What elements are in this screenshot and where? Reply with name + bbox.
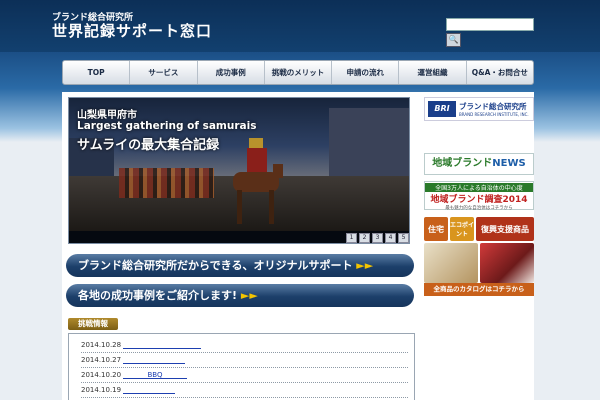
list-item: 2014.10.19 <box>81 383 408 398</box>
nav-merits[interactable]: 挑戦のメリット <box>265 61 333 84</box>
eco-banner-row: 住宅 エコポイント 復興支援商品 <box>424 217 534 241</box>
product-image <box>480 243 534 283</box>
main-nav: TOP サービス 成功事例 挑戦のメリット 申請の流れ 運営組織 Q&A・お問合… <box>62 60 534 85</box>
product-images[interactable] <box>424 243 534 283</box>
news-list: 2014.10.28 2014.10.27 2014.10.20 BBQ 201… <box>68 333 415 400</box>
housing-banner[interactable]: 住宅 <box>424 217 448 241</box>
product-image <box>424 243 478 283</box>
samurai-rider-image <box>233 138 283 224</box>
search-input[interactable] <box>446 18 534 31</box>
news-date: 2014.10.27 <box>81 356 122 364</box>
news-link[interactable] <box>123 356 185 364</box>
bri-name-en: BRAND RESEARCH INSTITUTE, INC. <box>459 112 529 117</box>
support-banner[interactable]: ブランド総合研究所だからできる、オリジナルサポート ►► <box>66 254 414 277</box>
slide-pager: 1 2 3 4 5 <box>69 231 409 243</box>
bri-logo: BRI <box>428 101 456 117</box>
list-item: 2014.10.20 BBQ <box>81 368 408 383</box>
bri-name: ブランド総合研究所 <box>459 102 527 111</box>
news-link[interactable]: BBQ <box>123 371 187 379</box>
news-link[interactable] <box>123 341 201 349</box>
news-date: 2014.10.19 <box>81 386 122 394</box>
brand-survey-banner[interactable]: 全国3万人による自治体の中心度 地域ブランド調査2014 最も魅力的な自治体はコ… <box>424 181 534 211</box>
nav-top[interactable]: TOP <box>63 61 131 84</box>
slide-page-5[interactable]: 5 <box>398 233 409 243</box>
news-section-tag: 挑戦情報 <box>68 318 118 330</box>
list-item: 2014.10.27 <box>81 353 408 368</box>
cases-banner-text: 各地の成功事例をご紹介します! <box>78 289 238 302</box>
hero-slideshow[interactable]: 山梨県甲府市 Largest gathering of samurais サムラ… <box>68 97 410 244</box>
support-banner-text: ブランド総合研究所だからできる、オリジナルサポート <box>78 259 353 272</box>
survey-top-text: 全国3万人による自治体の中心度 <box>425 183 533 192</box>
nav-application-flow[interactable]: 申請の流れ <box>332 61 400 84</box>
survey-title: 地域ブランド調査2014 <box>430 195 528 205</box>
arrow-icon: ►► <box>240 289 258 302</box>
catalog-link[interactable]: 全商品のカタログはコチラから <box>424 283 534 296</box>
hero-location: 山梨県甲府市 <box>77 110 137 121</box>
slide-page-2[interactable]: 2 <box>359 233 370 243</box>
recovery-support-banner[interactable]: 復興支援商品 <box>476 217 534 241</box>
regional-brand-news-banner[interactable]: 地域ブランドNEWS <box>424 153 534 175</box>
cases-banner[interactable]: 各地の成功事例をご紹介します! ►► <box>66 284 414 307</box>
eco-point-banner[interactable]: エコポイント <box>450 217 474 241</box>
nav-services[interactable]: サービス <box>130 61 198 84</box>
hero-building <box>329 108 409 183</box>
hero-headline-en: Largest gathering of samurais <box>77 120 257 132</box>
hero-headline-jp: サムライの最大集合記録 <box>77 138 220 153</box>
nav-success-cases[interactable]: 成功事例 <box>198 61 265 84</box>
news-date: 2014.10.28 <box>81 341 122 349</box>
survey-sub-text: 最も魅力的な自治体はコチラから <box>445 206 513 211</box>
site-title[interactable]: 世界記録サポート窓口 <box>52 20 212 41</box>
search-button[interactable]: 🔍 <box>446 33 461 47</box>
slide-page-4[interactable]: 4 <box>385 233 396 243</box>
nav-organization[interactable]: 運営組織 <box>399 61 467 84</box>
bri-banner[interactable]: BRI ブランド総合研究所 BRAND RESEARCH INSTITUTE, … <box>424 97 534 121</box>
nav-faq-contact[interactable]: Q&A・お問合せ <box>467 61 533 84</box>
arrow-icon: ►► <box>356 259 374 272</box>
news-date: 2014.10.20 <box>81 371 122 379</box>
news-link[interactable] <box>123 386 175 394</box>
list-item: 2014.10.28 <box>81 338 408 353</box>
slide-page-1[interactable]: 1 <box>346 233 357 243</box>
regional-brand-label: 地域ブランド <box>432 158 493 169</box>
hero-crowd <box>119 168 214 198</box>
news-label: NEWS <box>492 158 526 169</box>
slide-page-3[interactable]: 3 <box>372 233 383 243</box>
